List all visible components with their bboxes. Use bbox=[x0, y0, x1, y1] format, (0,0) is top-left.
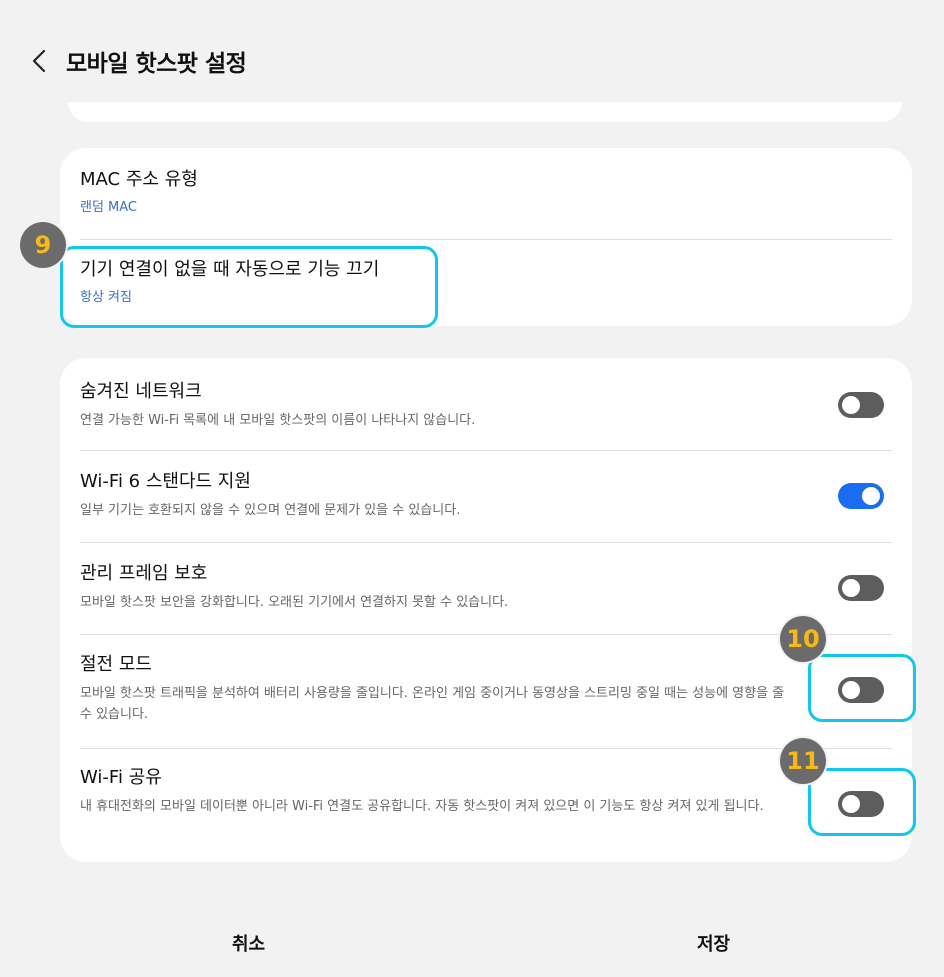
mac-type-value: 랜덤 MAC bbox=[80, 200, 138, 215]
toggle-knob bbox=[842, 795, 860, 813]
previous-card-edge bbox=[68, 102, 902, 122]
power-saving-desc: 모바일 핫스팟 트래픽을 분석하여 배터리 사용량을 줄입니다. 온라인 게임 … bbox=[80, 686, 785, 722]
wifi6-toggle[interactable] bbox=[838, 483, 884, 509]
wifi-share-toggle[interactable] bbox=[838, 791, 884, 817]
power-saving-item[interactable]: 절전 모드 모바일 핫스팟 트래픽을 분석하여 배터리 사용량을 줄입니다. 온… bbox=[80, 653, 892, 725]
toggle-knob bbox=[842, 579, 860, 597]
hidden-network-title: 숨겨진 네트워크 bbox=[80, 381, 202, 402]
divider bbox=[80, 634, 892, 635]
divider bbox=[80, 239, 892, 240]
hidden-network-item[interactable]: 숨겨진 네트워크 연결 가능한 Wi-Fi 목록에 내 모바일 핫스팟의 이름이… bbox=[80, 380, 892, 431]
mac-type-item[interactable]: MAC 주소 유형 랜덤 MAC bbox=[80, 168, 892, 215]
back-button[interactable] bbox=[24, 44, 54, 78]
pmf-desc: 모바일 핫스팟 보안을 강화합니다. 오래된 기기에서 연결하지 못할 수 있습… bbox=[80, 595, 509, 610]
pmf-item[interactable]: 관리 프레임 보호 모바일 핫스팟 보안을 강화합니다. 오래된 기기에서 연결… bbox=[80, 562, 892, 613]
wifi-share-desc: 내 휴대전화의 모바일 데이터뿐 아니라 Wi-Fi 연결도 공유합니다. 자동… bbox=[80, 799, 764, 814]
wifi6-title: Wi-Fi 6 스탠다드 지원 bbox=[80, 471, 251, 492]
power-saving-toggle[interactable] bbox=[838, 677, 884, 703]
toggle-knob bbox=[862, 487, 880, 505]
wifi-share-item[interactable]: Wi-Fi 공유 내 휴대전화의 모바일 데이터뿐 아니라 Wi-Fi 연결도 … bbox=[80, 766, 892, 817]
card-mac-settings: MAC 주소 유형 랜덤 MAC 기기 연결이 없을 때 자동으로 기능 끄기 … bbox=[60, 148, 912, 326]
auto-off-value: 항상 켜짐 bbox=[80, 290, 132, 305]
divider bbox=[80, 450, 892, 451]
annotation-badge-11: 11 bbox=[780, 738, 826, 784]
pmf-toggle[interactable] bbox=[838, 575, 884, 601]
hidden-network-toggle[interactable] bbox=[838, 392, 884, 418]
toggle-knob bbox=[842, 681, 860, 699]
divider bbox=[80, 542, 892, 543]
auto-off-title: 기기 연결이 없을 때 자동으로 기능 끄기 bbox=[80, 259, 380, 280]
annotation-badge-9: 9 bbox=[20, 222, 66, 268]
card-network-options: 숨겨진 네트워크 연결 가능한 Wi-Fi 목록에 내 모바일 핫스팟의 이름이… bbox=[60, 358, 912, 862]
cancel-button[interactable]: 취소 bbox=[232, 930, 265, 956]
save-button[interactable]: 저장 bbox=[697, 930, 730, 956]
hidden-network-desc: 연결 가능한 Wi-Fi 목록에 내 모바일 핫스팟의 이름이 나타나지 않습니… bbox=[80, 413, 476, 428]
hotspot-settings-screen: 모바일 핫스팟 설정 MAC 주소 유형 랜덤 MAC 기기 연결이 없을 때 … bbox=[0, 0, 944, 977]
page-title: 모바일 핫스팟 설정 bbox=[66, 51, 247, 77]
chevron-left-icon bbox=[32, 49, 46, 73]
divider bbox=[80, 748, 892, 749]
wifi-share-title: Wi-Fi 공유 bbox=[80, 767, 162, 788]
wifi6-item[interactable]: Wi-Fi 6 스탠다드 지원 일부 기기는 호환되지 않을 수 있으며 연결에… bbox=[80, 470, 892, 521]
pmf-title: 관리 프레임 보호 bbox=[80, 563, 208, 584]
annotation-badge-10: 10 bbox=[780, 616, 826, 662]
wifi6-desc: 일부 기기는 호환되지 않을 수 있으며 연결에 문제가 있을 수 있습니다. bbox=[80, 503, 461, 518]
toggle-knob bbox=[842, 396, 860, 414]
auto-off-item[interactable]: 기기 연결이 없을 때 자동으로 기능 끄기 항상 켜짐 bbox=[80, 258, 892, 305]
mac-type-title: MAC 주소 유형 bbox=[80, 169, 198, 190]
power-saving-title: 절전 모드 bbox=[80, 654, 152, 675]
header: 모바일 핫스팟 설정 bbox=[0, 0, 944, 122]
